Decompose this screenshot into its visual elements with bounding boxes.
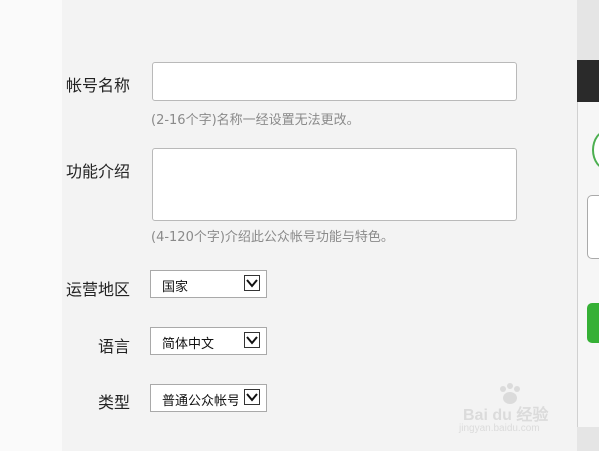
account-name-hint: (2-16个字)名称一经设置无法更改。: [151, 113, 360, 128]
preview-avatar: [592, 130, 599, 170]
description-label: 功能介绍: [66, 162, 131, 181]
account-name-input[interactable]: [152, 62, 517, 101]
chevron-down-icon[interactable]: [244, 332, 260, 348]
left-margin: [0, 0, 62, 451]
chevron-down-icon[interactable]: [244, 389, 260, 405]
type-select[interactable]: 普通公众帐号: [150, 384, 267, 412]
account-info-form: 帐号名称 (2-16个字)名称一经设置无法更改。 功能介绍 (4-120个字)介…: [62, 0, 577, 451]
language-label: 语言: [98, 337, 131, 356]
preview-green-button[interactable]: [587, 303, 599, 343]
phone-preview-panel: [577, 0, 599, 451]
chevron-down-icon[interactable]: [244, 275, 260, 291]
region-selected-value: 国家: [162, 280, 189, 295]
description-textarea[interactable]: [152, 148, 517, 221]
region-select[interactable]: 国家: [150, 270, 267, 298]
description-hint: (4-120个字)介绍此公众帐号功能与特色。: [151, 230, 394, 245]
type-label: 类型: [98, 393, 131, 412]
region-label: 运营地区: [66, 280, 131, 299]
type-selected-value: 普通公众帐号: [162, 394, 238, 409]
account-name-label: 帐号名称: [66, 76, 131, 95]
language-select[interactable]: 简体中文: [150, 327, 267, 355]
preview-field: [587, 195, 599, 259]
language-selected-value: 简体中文: [162, 337, 215, 352]
